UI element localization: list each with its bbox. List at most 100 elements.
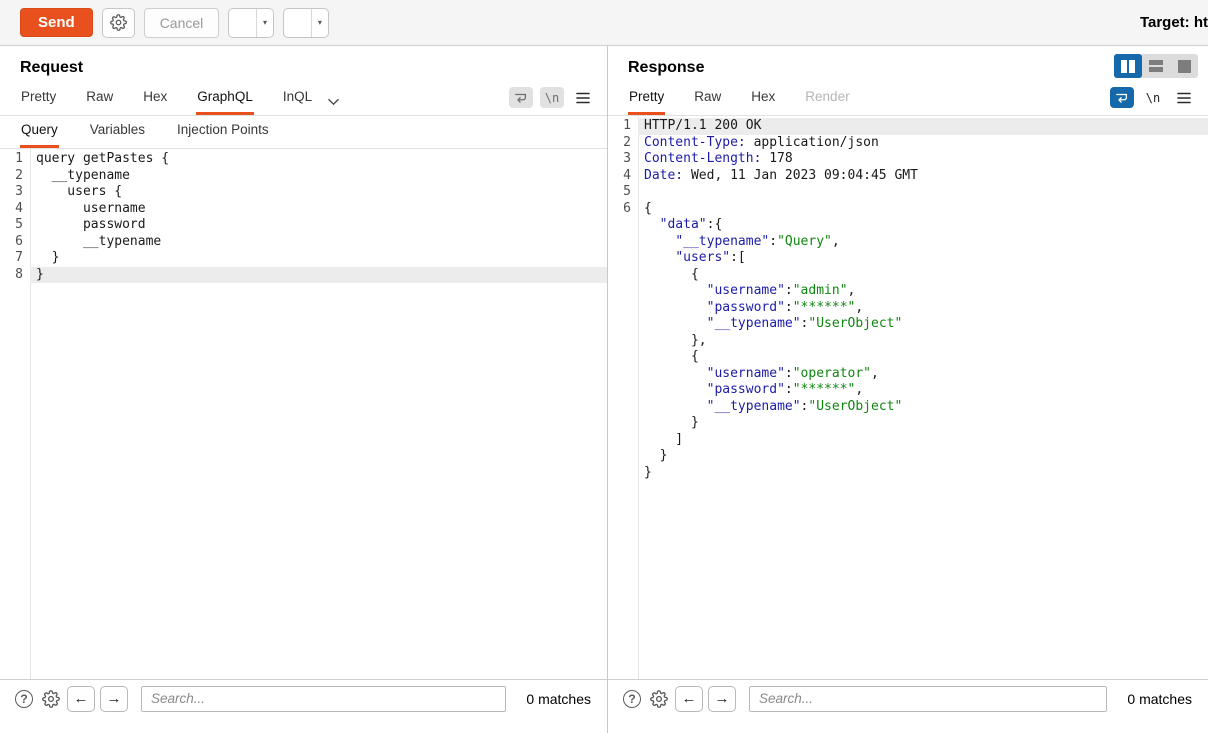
request-subtab-query[interactable]: Query [20, 118, 59, 148]
send-settings-button[interactable] [102, 8, 135, 38]
request-search-input[interactable] [141, 686, 506, 712]
editor-line: 1query getPastes { [0, 151, 607, 168]
layout-columns-button[interactable] [1114, 54, 1142, 78]
line-number [608, 465, 638, 482]
line-number: 2 [0, 168, 30, 185]
forward-history-button[interactable]: > ▾ [283, 8, 329, 38]
request-tab-pretty[interactable]: Pretty [20, 85, 57, 115]
nonprinting-chars-icon[interactable]: \n [1141, 87, 1165, 108]
request-panel: Request PrettyRawHexGraphQLInQL \n Query… [0, 46, 608, 733]
code-text: "__typename":"UserObject" [638, 316, 1208, 333]
code-text: { [638, 267, 1208, 284]
editor-line: 6{ [608, 201, 1208, 218]
soft-wrap-icon[interactable] [1110, 87, 1134, 108]
editor-line: "__typename":"UserObject" [608, 316, 1208, 333]
response-tab-hex[interactable]: Hex [750, 85, 776, 115]
code-text: "data":{ [638, 217, 1208, 234]
code-text: "users":[ [638, 250, 1208, 267]
code-text: } [30, 267, 607, 284]
layout-toggle-group [1114, 54, 1198, 78]
layout-single-button[interactable] [1170, 54, 1198, 78]
request-tab-hex[interactable]: Hex [142, 85, 168, 115]
line-number [608, 432, 638, 449]
request-tabs-row: Pretty Raw Hex GraphQL InQL \n [0, 77, 607, 116]
code-text: "username":"operator", [638, 366, 1208, 383]
soft-wrap-icon[interactable] [509, 87, 533, 108]
request-subtab-variables[interactable]: Variables [89, 118, 146, 148]
back-arrow-label[interactable]: < [229, 9, 256, 38]
editor-line: } [608, 465, 1208, 482]
editor-line: "users":[ [608, 250, 1208, 267]
request-editor[interactable]: 1query getPastes {2 __typename3 users {4… [0, 149, 607, 679]
line-number [608, 333, 638, 350]
line-number: 1 [0, 151, 30, 168]
back-history-button[interactable]: < ▾ [228, 8, 274, 38]
forward-dropdown-caret[interactable]: ▾ [311, 9, 328, 37]
search-settings-icon[interactable] [648, 688, 670, 710]
editor-menu-icon[interactable] [1172, 87, 1196, 108]
nonprinting-chars-icon[interactable]: \n [540, 87, 564, 108]
line-number: 8 [0, 267, 30, 284]
editor-line: { [608, 267, 1208, 284]
search-help-icon[interactable]: ? [13, 688, 35, 710]
request-tab-raw[interactable]: Raw [85, 85, 114, 115]
line-number [608, 415, 638, 432]
response-search-input[interactable] [749, 686, 1107, 712]
code-text: Date: Wed, 11 Jan 2023 09:04:45 GMT [638, 168, 1208, 185]
response-panel: Response PrettyRawHexRender \n 1HTTP/1.1… [608, 46, 1208, 733]
line-number: 4 [608, 168, 638, 185]
search-settings-icon[interactable] [40, 688, 62, 710]
line-number: 4 [0, 201, 30, 218]
line-number [608, 349, 638, 366]
editor-line: "username":"admin", [608, 283, 1208, 300]
response-tab-raw[interactable]: Raw [693, 85, 722, 115]
code-text [638, 184, 1208, 201]
cancel-button[interactable]: Cancel [144, 8, 220, 38]
code-text: } [638, 465, 1208, 482]
request-match-count: 0 matches [526, 691, 591, 707]
layout-rows-button[interactable] [1142, 54, 1170, 78]
forward-arrow-label[interactable]: > [284, 9, 311, 38]
line-number: 6 [608, 201, 638, 218]
response-editor[interactable]: 1HTTP/1.1 200 OK2Content-Type: applicati… [608, 116, 1208, 679]
line-number: 1 [608, 118, 638, 135]
editor-line: 7 } [0, 250, 607, 267]
code-text: } [30, 250, 607, 267]
request-subtab-injection-points[interactable]: Injection Points [176, 118, 270, 148]
editor-line: 1HTTP/1.1 200 OK [608, 118, 1208, 135]
response-tabs-row: Pretty Raw Hex Render \n [608, 77, 1208, 116]
request-tab-inql[interactable]: InQL [282, 85, 313, 115]
editor-line: 3Content-Length: 178 [608, 151, 1208, 168]
send-button[interactable]: Send [20, 8, 93, 37]
editor-line: "password":"******", [608, 300, 1208, 317]
code-text: "username":"admin", [638, 283, 1208, 300]
code-text: { [638, 201, 1208, 218]
line-number [608, 300, 638, 317]
target-label: Target: ht [1140, 14, 1208, 31]
search-next-button[interactable]: → [708, 686, 736, 712]
gear-icon [110, 14, 127, 31]
line-number: 2 [608, 135, 638, 152]
response-match-count: 0 matches [1127, 691, 1192, 707]
editor-menu-icon[interactable] [571, 87, 595, 108]
editor-line: { [608, 349, 1208, 366]
editor-line: 2 __typename [0, 168, 607, 185]
code-text: { [638, 349, 1208, 366]
response-tab-render[interactable]: Render [804, 85, 850, 115]
editor-line: "password":"******", [608, 382, 1208, 399]
request-tab-graphql[interactable]: GraphQL [196, 85, 254, 115]
line-number [608, 267, 638, 284]
editor-line: 2Content-Type: application/json [608, 135, 1208, 152]
line-number: 3 [0, 184, 30, 201]
search-next-button[interactable]: → [100, 686, 128, 712]
inql-dropdown-chevron-icon[interactable] [328, 98, 339, 115]
search-prev-button[interactable]: ← [67, 686, 95, 712]
back-dropdown-caret[interactable]: ▾ [256, 9, 273, 37]
search-prev-button[interactable]: ← [675, 686, 703, 712]
request-search-bar: ? ← → 0 matches [0, 679, 607, 717]
response-tab-pretty[interactable]: Pretty [628, 85, 665, 115]
search-help-icon[interactable]: ? [621, 688, 643, 710]
editor-line: "__typename":"Query", [608, 234, 1208, 251]
code-text: __typename [30, 234, 607, 251]
editor-line: 4 username [0, 201, 607, 218]
